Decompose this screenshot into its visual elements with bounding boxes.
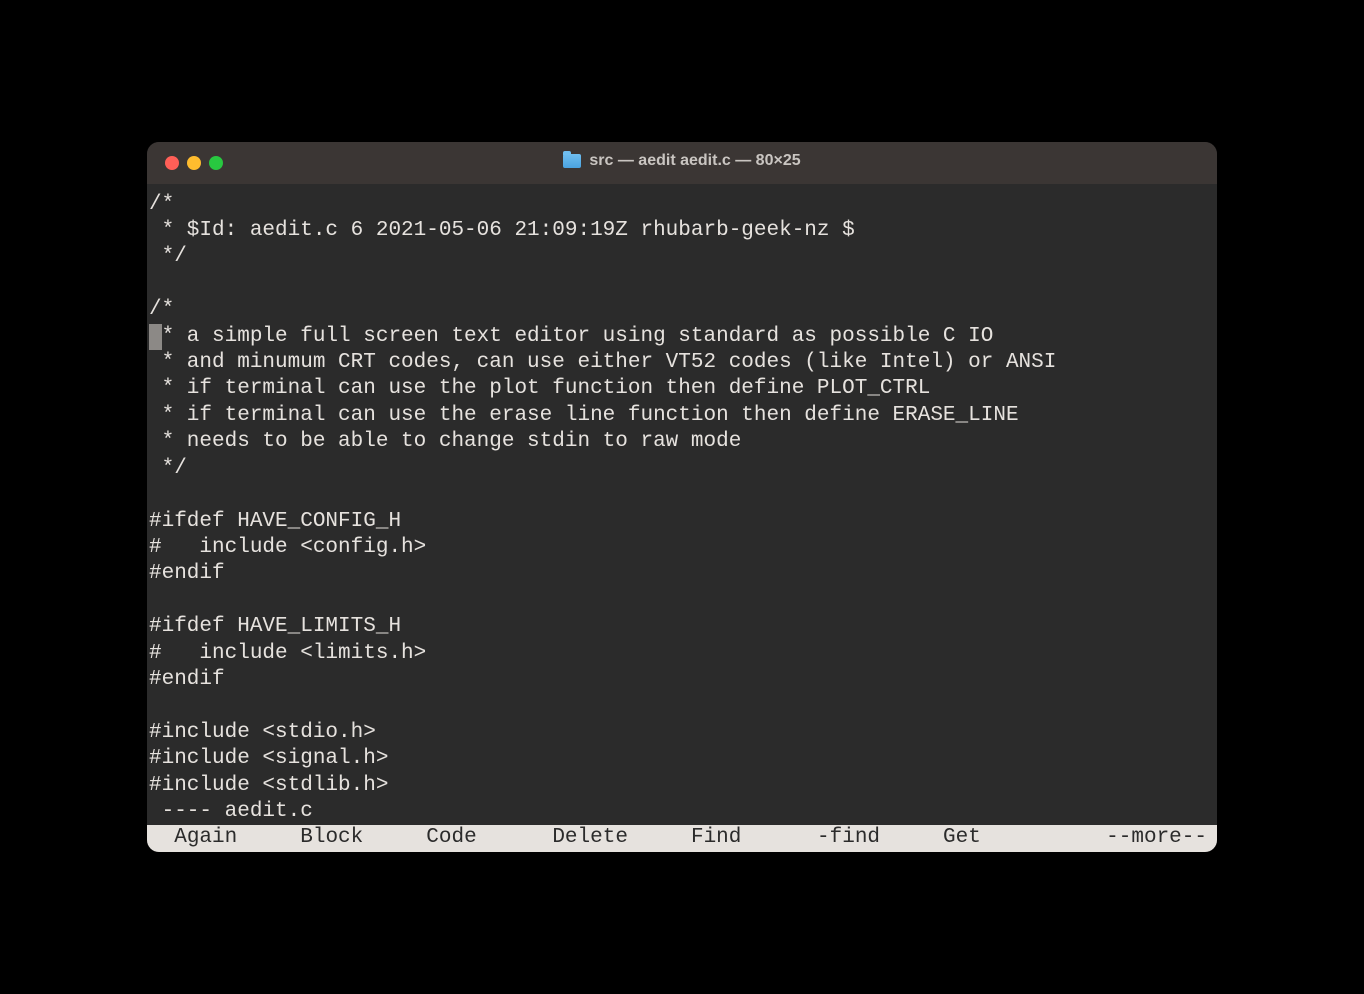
menu-item-delete[interactable]: Delete bbox=[552, 826, 628, 849]
titlebar: src — aedit aedit.c — 80×25 bbox=[147, 142, 1217, 184]
editor-line: * and minumum CRT codes, can use either … bbox=[147, 350, 1217, 376]
editor-line: * a simple full screen text editor using… bbox=[147, 324, 1217, 350]
editor-line bbox=[147, 588, 1217, 614]
editor-line: #include <stdio.h> bbox=[147, 720, 1217, 746]
folder-icon bbox=[563, 154, 581, 168]
editor-line: #include <stdlib.h> bbox=[147, 773, 1217, 799]
menu-item-get[interactable]: Get bbox=[943, 826, 981, 849]
editor-line bbox=[147, 693, 1217, 719]
editor-line: #endif bbox=[147, 667, 1217, 693]
editor-line: * needs to be able to change stdin to ra… bbox=[147, 429, 1217, 455]
editor-line: */ bbox=[147, 244, 1217, 270]
menu-bar: Again Block Code Delete Find -find Get -… bbox=[147, 825, 1217, 852]
editor-line: #endif bbox=[147, 561, 1217, 587]
editor-line: /* bbox=[147, 297, 1217, 323]
terminal-window: src — aedit aedit.c — 80×25 /* * $Id: ae… bbox=[147, 142, 1217, 853]
editor-line: # include <limits.h> bbox=[147, 641, 1217, 667]
minimize-button[interactable] bbox=[187, 156, 201, 170]
window-title: src — aedit aedit.c — 80×25 bbox=[589, 152, 800, 170]
menu-item-find[interactable]: Find bbox=[691, 826, 741, 849]
terminal-body[interactable]: /* * $Id: aedit.c 6 2021-05-06 21:09:19Z… bbox=[147, 184, 1217, 853]
menu-item-code[interactable]: Code bbox=[426, 826, 476, 849]
editor-line bbox=[147, 271, 1217, 297]
editor-line: */ bbox=[147, 456, 1217, 482]
editor-line: * $Id: aedit.c 6 2021-05-06 21:09:19Z rh… bbox=[147, 218, 1217, 244]
editor-line: /* bbox=[147, 192, 1217, 218]
editor-line: * if terminal can use the plot function … bbox=[147, 376, 1217, 402]
editor-line: #ifdef HAVE_CONFIG_H bbox=[147, 509, 1217, 535]
editor-lines: /* * $Id: aedit.c 6 2021-05-06 21:09:19Z… bbox=[147, 192, 1217, 799]
editor-line: # include <config.h> bbox=[147, 535, 1217, 561]
status-line: ---- aedit.c bbox=[147, 799, 1217, 825]
menu-item-find[interactable]: -find bbox=[817, 826, 880, 849]
editor-line bbox=[147, 482, 1217, 508]
menu-item-again[interactable]: Again bbox=[174, 826, 237, 849]
editor-line: #ifdef HAVE_LIMITS_H bbox=[147, 614, 1217, 640]
editor-line: #include <signal.h> bbox=[147, 746, 1217, 772]
maximize-button[interactable] bbox=[209, 156, 223, 170]
traffic-lights bbox=[165, 156, 223, 170]
editor-line: * if terminal can use the erase line fun… bbox=[147, 403, 1217, 429]
menu-item-block[interactable]: Block bbox=[300, 826, 363, 849]
close-button[interactable] bbox=[165, 156, 179, 170]
menu-more[interactable]: --more-- bbox=[1106, 825, 1217, 852]
